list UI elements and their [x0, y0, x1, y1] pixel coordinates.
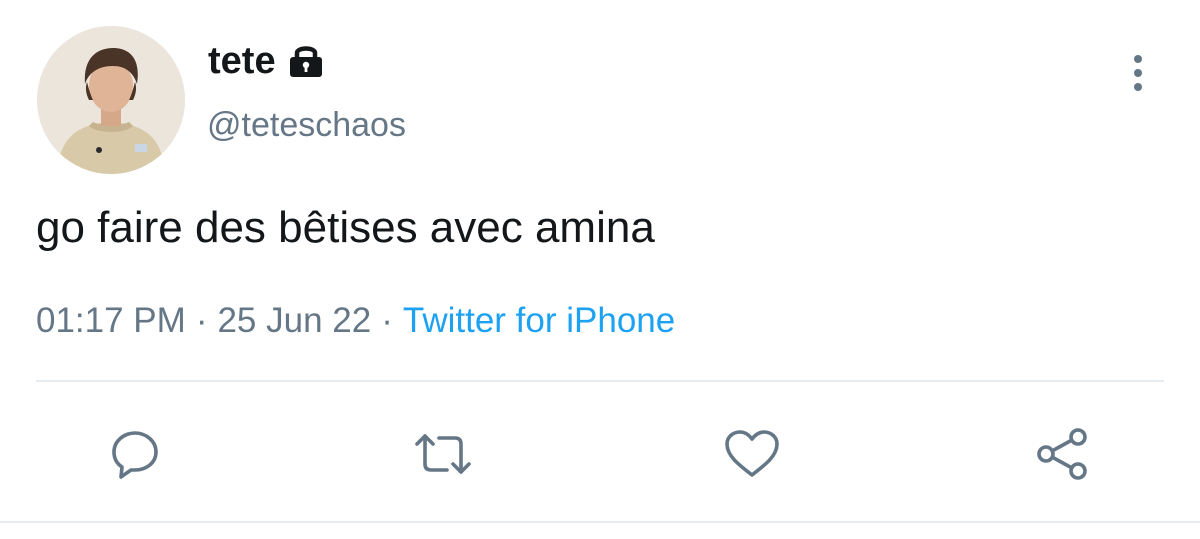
tweet-time: 01:17 PM [36, 301, 186, 340]
share-button[interactable] [1033, 424, 1093, 484]
tweet-source-link[interactable]: Twitter for iPhone [403, 301, 675, 340]
avatar-image [37, 26, 185, 174]
retweet-icon [415, 434, 471, 474]
tweet-text: go faire des bêtises avec amina [36, 203, 655, 252]
meta-separator: · [195, 301, 208, 340]
divider [0, 521, 1200, 523]
lock-icon [286, 43, 326, 79]
author-handle[interactable]: @teteschaos [207, 108, 406, 142]
meta-separator: · [381, 301, 393, 340]
tweet-date: 25 Jun 22 [217, 301, 372, 340]
more-vertical-icon [1134, 55, 1142, 91]
more-options-button[interactable] [1123, 52, 1153, 96]
comment-icon [112, 431, 158, 479]
tweet-meta: 01:17 PM · 25 Jun 22 · Twitter for iPhone [36, 301, 675, 341]
divider [36, 380, 1164, 382]
avatar[interactable] [37, 26, 185, 174]
reply-button[interactable] [105, 424, 165, 484]
display-name[interactable]: tete [208, 42, 276, 80]
like-button[interactable] [722, 424, 782, 484]
heart-icon [725, 430, 779, 477]
share-icon [1037, 428, 1087, 480]
retweet-button[interactable] [413, 424, 473, 484]
author-name-row[interactable]: tete [208, 42, 326, 80]
